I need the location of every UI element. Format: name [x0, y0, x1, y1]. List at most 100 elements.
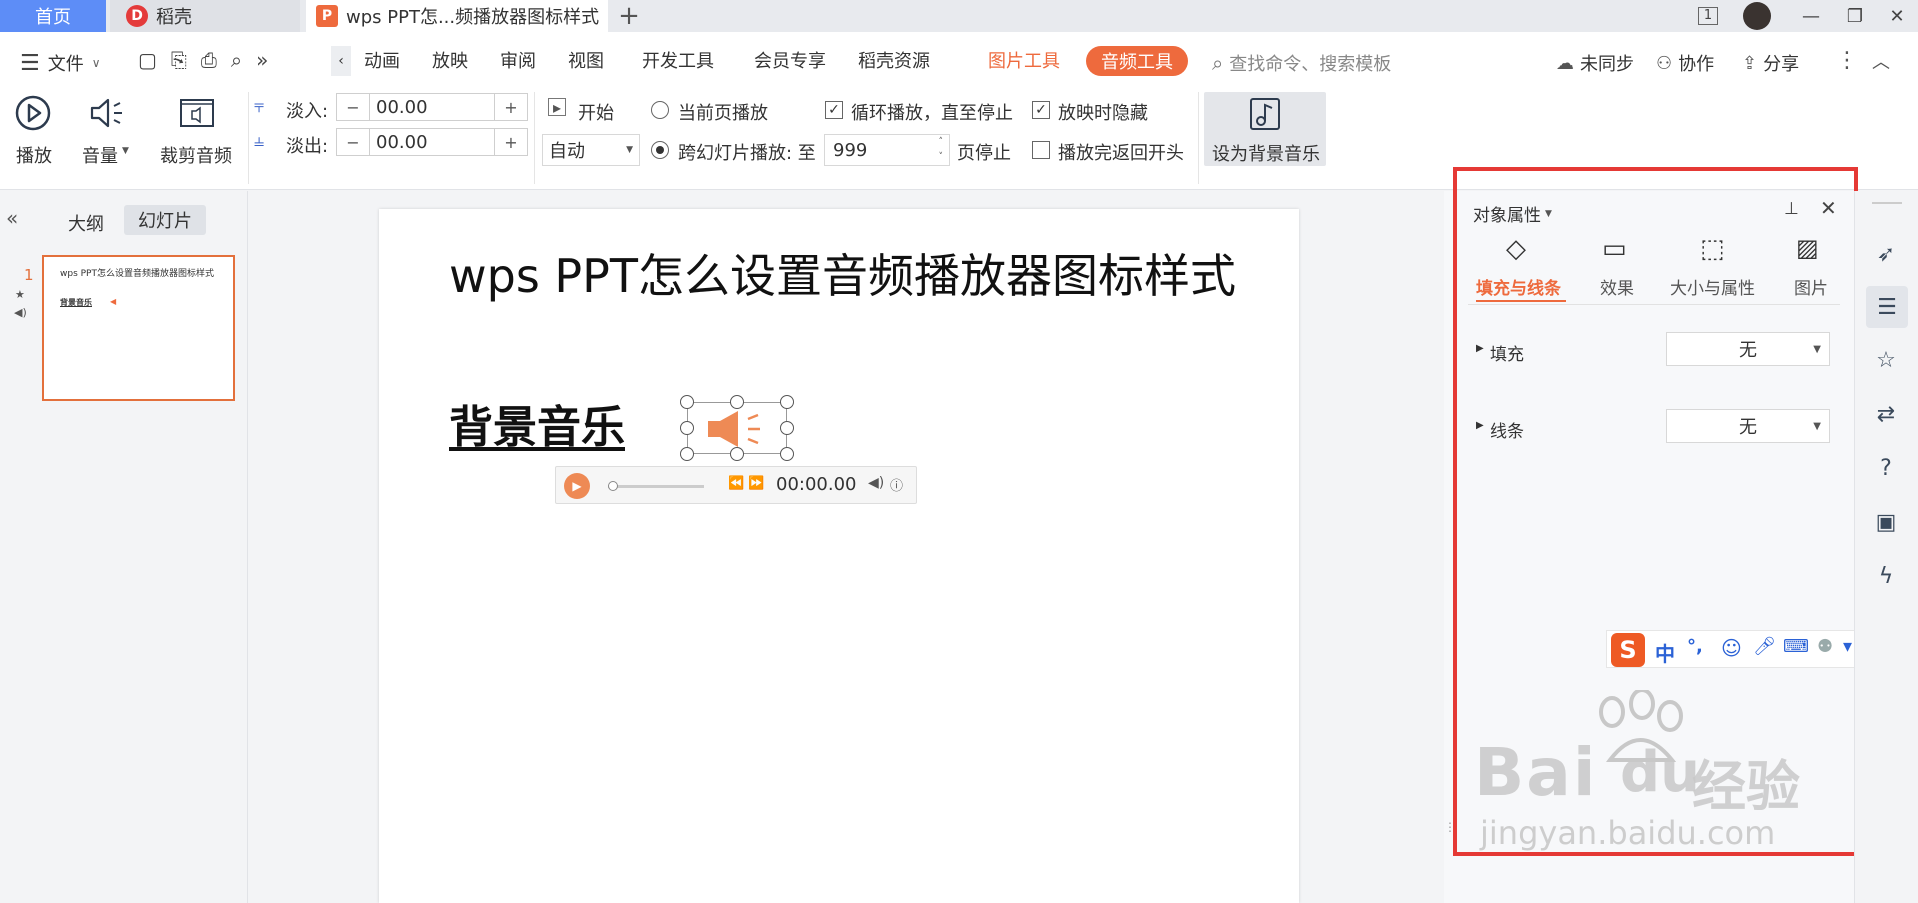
share-button[interactable]: ⇪ 分享 — [1742, 50, 1799, 76]
resize-handle[interactable] — [680, 447, 694, 461]
stepper-arrows-icon: ˄ ˅ — [938, 137, 944, 162]
properties-icon[interactable]: ☰ — [1866, 286, 1908, 328]
star-icon[interactable]: ☆ — [1870, 344, 1902, 376]
print-icon[interactable]: ⎙ — [201, 48, 217, 72]
new-tab-button[interactable]: + — [616, 0, 642, 32]
volume-label: 音量 — [82, 146, 118, 167]
scroll-left-button[interactable]: ‹ — [331, 46, 351, 76]
set-background-music-label: 设为背景音乐 — [1212, 144, 1320, 165]
fade-out-value[interactable]: 00.00 — [369, 129, 495, 155]
tab-daoke[interactable]: D 稻壳 — [110, 0, 300, 32]
collapse-ribbon-icon[interactable]: ︿ — [1872, 48, 1890, 74]
menu-view[interactable]: 视图 — [568, 50, 604, 74]
rocket-icon[interactable]: ➶ — [1870, 238, 1902, 270]
slide-canvas[interactable]: wps PPT怎么设置音频播放器图标样式 背景音乐 ▶ ⏪ ⏩ 00:00.00… — [379, 209, 1299, 903]
progress-handle[interactable] — [608, 481, 618, 491]
lightning-icon[interactable]: ϟ — [1870, 560, 1902, 592]
daoke-logo-icon: D — [126, 5, 148, 27]
close-button[interactable]: ✕ — [1880, 0, 1914, 32]
stop-page-value: 999 — [833, 139, 868, 161]
fade-out-increment[interactable]: + — [495, 129, 527, 155]
loop-checkbox[interactable]: ✓ — [825, 101, 843, 119]
fade-out-decrement[interactable]: − — [337, 129, 369, 155]
music-note-icon — [1250, 98, 1280, 130]
rewind-icon[interactable]: ⏪ — [728, 476, 744, 491]
collaborate-button[interactable]: ⚇ 协作 — [1656, 50, 1714, 76]
collapse-panel-icon[interactable]: « — [6, 206, 18, 230]
audio-player: ▶ ⏪ ⏩ 00:00.00 ◀) ⓘ — [555, 466, 917, 504]
play-button[interactable]: 播放 — [12, 94, 58, 167]
store-icon[interactable]: ▣ — [1870, 506, 1902, 538]
fade-in-decrement[interactable]: − — [337, 94, 369, 120]
menu-daoke-resources[interactable]: 稻壳资源 — [858, 50, 930, 74]
more-options-icon[interactable]: ⋮ — [1836, 48, 1858, 73]
resize-handle[interactable] — [730, 395, 744, 409]
tab-picture-tools[interactable]: 图片工具 — [988, 50, 1060, 74]
avatar[interactable] — [1742, 0, 1772, 32]
thumb-title: wps PPT怎么设置音频播放器图标样式 — [60, 269, 214, 279]
file-menu[interactable]: ☰ 文件 ∨ — [20, 50, 101, 76]
progress-track[interactable] — [608, 485, 704, 488]
slide-title[interactable]: wps PPT怎么设置音频播放器图标样式 — [449, 251, 1239, 301]
stop-page-stepper[interactable]: 999 ˄ ˅ — [824, 134, 950, 166]
menu-slideshow[interactable]: 放映 — [432, 50, 468, 74]
tab-home[interactable]: 首页 — [0, 0, 106, 32]
menu-animation[interactable]: 动画 — [364, 50, 400, 74]
checkmark-icon: ✓ — [828, 102, 840, 118]
minimize-button[interactable]: — — [1794, 0, 1828, 32]
tab-document[interactable]: P wps PPT怎...频播放器图标样式 — [306, 0, 608, 32]
scroll-handle-icon[interactable]: ⋮ — [1444, 820, 1456, 834]
fade-out-stepper[interactable]: − 00.00 + — [336, 128, 528, 156]
dropdown-arrow-icon: ▼ — [122, 146, 129, 156]
play-label: 播放 — [16, 146, 52, 167]
player-play-button[interactable]: ▶ — [564, 473, 590, 499]
wps-window: 首页 D 稻壳 P wps PPT怎...频播放器图标样式 + 1 — ❐ ✕ … — [0, 0, 1918, 903]
resize-handle[interactable] — [780, 421, 794, 435]
resize-handle[interactable] — [780, 447, 794, 461]
slide-thumbnail[interactable]: wps PPT怎么设置音频播放器图标样式 背景音乐 ◀ — [42, 255, 235, 401]
fade-in-stepper[interactable]: − 00.00 + — [336, 93, 528, 121]
page-count-indicator[interactable]: 1 — [1690, 0, 1726, 32]
menu-review[interactable]: 审阅 — [500, 50, 536, 74]
resize-handle[interactable] — [730, 447, 744, 461]
save-icon[interactable]: ▢ — [138, 48, 157, 72]
rewind-checkbox[interactable] — [1032, 141, 1050, 159]
fade-in-increment[interactable]: + — [495, 94, 527, 120]
checkmark-icon: ✓ — [1035, 102, 1047, 118]
play-across-radio[interactable] — [651, 141, 669, 159]
start-mode-select[interactable]: 自动 ▼ — [542, 134, 640, 166]
quick-access-toolbar: ▢ ⎘ ⎙ ⌕ » — [138, 48, 268, 72]
more-icon[interactable]: » — [256, 48, 268, 72]
search-input[interactable]: ⌕ 查找命令、搜索模板 — [1212, 50, 1391, 76]
hide-on-show-label: 放映时隐藏 — [1058, 103, 1148, 124]
tab-slides[interactable]: 幻灯片 — [124, 205, 206, 235]
fade-in-value[interactable]: 00.00 — [369, 94, 495, 120]
resize-handle[interactable] — [680, 421, 694, 435]
slide-subtitle[interactable]: 背景音乐 — [449, 391, 625, 455]
transition-icon[interactable]: ⇄ — [1870, 398, 1902, 430]
trim-audio-button[interactable]: 裁剪音频 — [158, 94, 238, 167]
share-label: 分享 — [1763, 54, 1800, 75]
speaker-icon — [708, 411, 760, 447]
avatar-icon — [1743, 2, 1771, 30]
player-info-icon[interactable]: ⓘ — [890, 475, 903, 494]
help-icon[interactable]: ? — [1870, 452, 1902, 484]
volume-button[interactable]: 音量 ▼ — [80, 94, 136, 167]
tab-outline[interactable]: 大纲 — [68, 210, 104, 236]
restore-button[interactable]: ❐ — [1838, 0, 1872, 32]
menu-developer[interactable]: 开发工具 — [642, 50, 714, 74]
play-current-radio[interactable] — [651, 101, 669, 119]
tab-audio-tools[interactable]: 音频工具 — [1086, 46, 1188, 76]
resize-handle[interactable] — [780, 395, 794, 409]
hide-on-show-checkbox[interactable]: ✓ — [1032, 101, 1050, 119]
set-background-music-button[interactable]: 设为背景音乐 — [1204, 92, 1326, 166]
menu-member[interactable]: 会员专享 — [754, 50, 826, 74]
print-preview-icon[interactable]: ⌕ — [231, 48, 242, 72]
export-icon[interactable]: ⎘ — [171, 48, 187, 72]
fast-forward-icon[interactable]: ⏩ — [748, 476, 764, 491]
sync-button[interactable]: ☁ 未同步 — [1556, 50, 1634, 76]
resize-handle[interactable] — [680, 395, 694, 409]
cloud-icon: ☁ — [1556, 52, 1574, 74]
play-current-label: 当前页播放 — [678, 103, 768, 124]
player-volume-icon[interactable]: ◀) — [868, 475, 884, 491]
